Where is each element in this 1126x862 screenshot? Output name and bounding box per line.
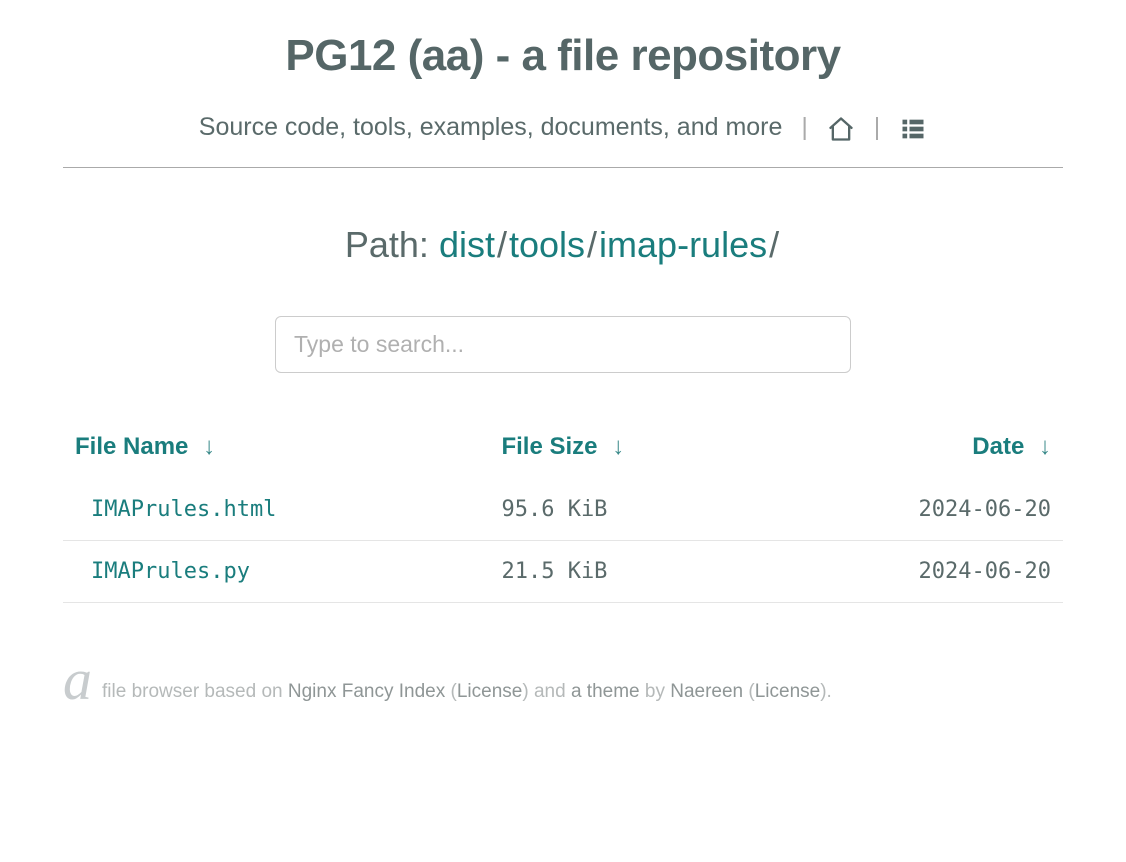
sort-arrow-icon: ↓ [1039, 433, 1051, 461]
file-size: 21.5 KiB [489, 540, 767, 602]
footer-link-theme[interactable]: a theme [571, 681, 640, 702]
footer-logo: a [63, 657, 92, 703]
footer-text: ). [820, 681, 832, 702]
file-date: 2024-06-20 [767, 479, 1063, 541]
footer: a file browser based on Nginx Fancy Inde… [63, 657, 1063, 743]
path-separator: / [497, 224, 507, 265]
path-separator: / [769, 224, 779, 265]
footer-text: and [534, 681, 571, 702]
path-part-imap-rules[interactable]: imap-rules [599, 224, 767, 265]
footer-text: by [640, 681, 671, 702]
footer-text: ( [743, 681, 755, 702]
path-separator: / [587, 224, 597, 265]
table-row: IMAPrules.py 21.5 KiB 2024-06-20 [63, 540, 1063, 602]
file-table: File Name ↓ File Size ↓ Date ↓ IMAPrules… [63, 423, 1063, 603]
search-input[interactable] [275, 316, 851, 373]
table-row: IMAPrules.html 95.6 KiB 2024-06-20 [63, 479, 1063, 541]
subtitle-text: Source code, tools, examples, documents,… [199, 113, 783, 141]
footer-text: file browser based on [102, 681, 288, 702]
file-link[interactable]: IMAPrules.html [91, 497, 276, 522]
footer-text: ) [522, 681, 534, 702]
col-header-date[interactable]: Date ↓ [767, 423, 1063, 479]
file-date: 2024-06-20 [767, 540, 1063, 602]
file-size: 95.6 KiB [489, 479, 767, 541]
col-header-name-label: File Name [75, 433, 188, 460]
list-icon[interactable] [899, 113, 927, 142]
footer-link-naereen[interactable]: Naereen [670, 681, 743, 702]
home-icon[interactable] [827, 113, 855, 142]
footer-link-license1[interactable]: License [457, 681, 523, 702]
col-header-size[interactable]: File Size ↓ [489, 423, 767, 479]
page-title: PG12 (aa) - a file repository [63, 30, 1063, 83]
separator: | [874, 113, 881, 141]
footer-link-nginx[interactable]: Nginx Fancy Index [288, 681, 445, 702]
col-header-name[interactable]: File Name ↓ [63, 423, 489, 479]
breadcrumb: Path: dist/tools/imap-rules/ [63, 224, 1063, 266]
file-link[interactable]: IMAPrules.py [91, 559, 250, 584]
sort-arrow-icon: ↓ [612, 433, 624, 461]
footer-link-license2[interactable]: License [755, 681, 821, 702]
path-part-tools[interactable]: tools [509, 224, 585, 265]
path-part-dist[interactable]: dist [439, 224, 495, 265]
sort-arrow-icon: ↓ [203, 433, 215, 461]
footer-text: ( [445, 681, 457, 702]
subtitle-row: Source code, tools, examples, documents,… [63, 113, 1063, 168]
separator: | [801, 113, 808, 141]
path-label: Path: [345, 224, 439, 265]
col-header-size-label: File Size [501, 433, 597, 460]
col-header-date-label: Date [972, 433, 1024, 460]
